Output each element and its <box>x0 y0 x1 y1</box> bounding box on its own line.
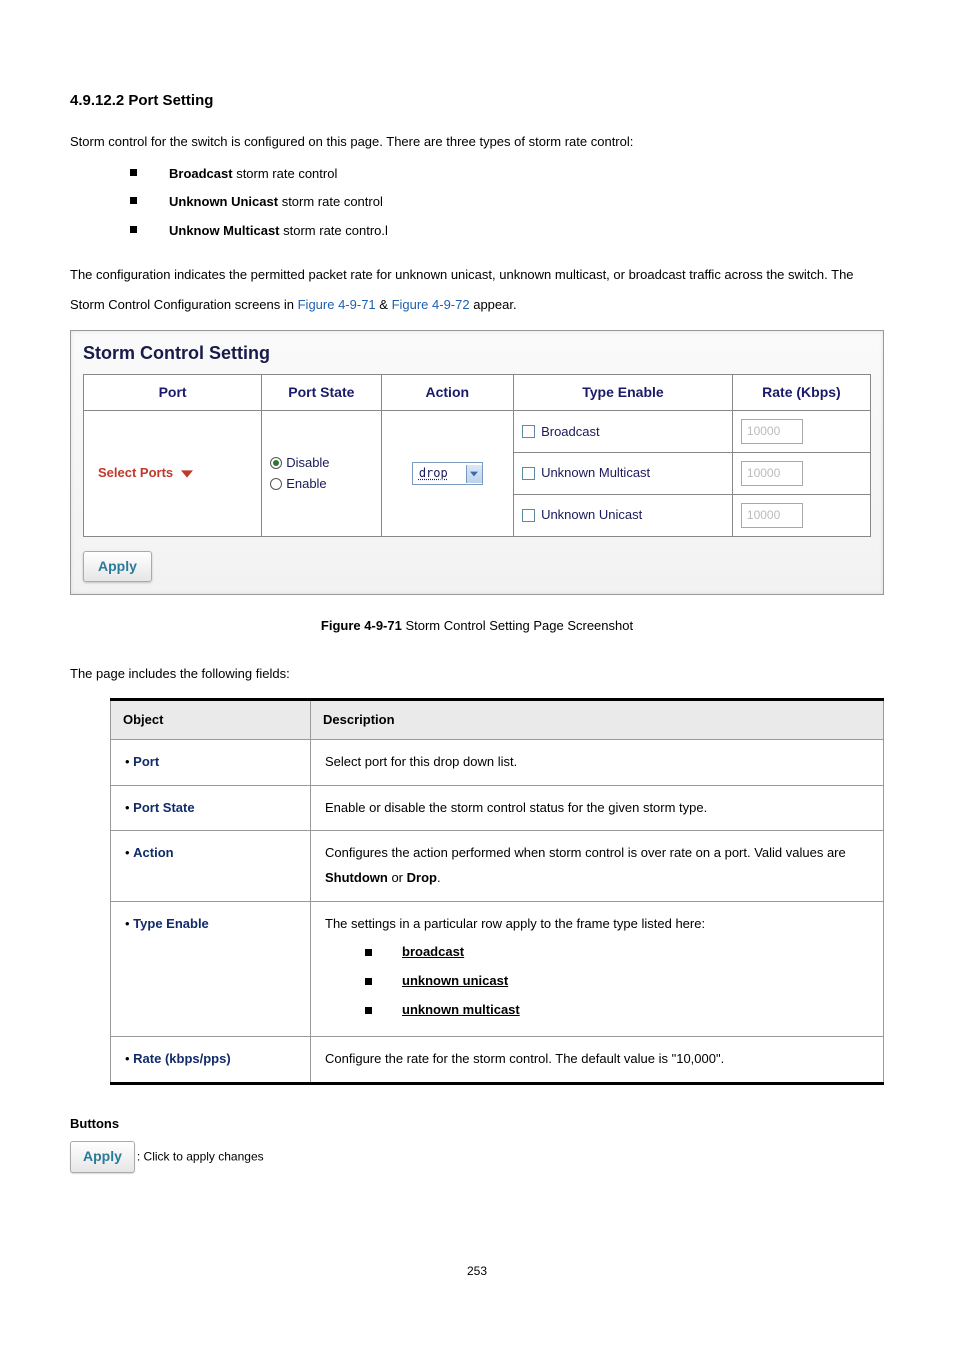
select-ports-label: Select Ports <box>98 464 173 482</box>
object-description: Configures the action performed when sto… <box>311 831 884 901</box>
config-paragraph: The configuration indicates the permitte… <box>70 260 884 320</box>
radio-icon <box>270 457 282 469</box>
radio-enable[interactable]: Enable <box>270 475 372 493</box>
object-description: Enable or disable the storm control stat… <box>311 785 884 831</box>
col-rate: Rate (Kbps) <box>732 374 870 411</box>
col-action: Action <box>381 374 514 411</box>
buttons-heading: Buttons <box>70 1115 884 1133</box>
square-bullet-icon <box>365 1007 372 1014</box>
list-item-text: Broadcast storm rate control <box>169 165 337 183</box>
col-type-enable: Type Enable <box>514 374 733 411</box>
section-number: 4.9.12.2 <box>70 92 124 109</box>
storm-control-screenshot: Storm Control Setting Port Port State Ac… <box>70 330 884 596</box>
radio-disable[interactable]: Disable <box>270 454 372 472</box>
square-bullet-icon <box>130 226 137 233</box>
section-heading: 4.9.12.2 Port Setting <box>70 90 884 111</box>
rate-input-broadcast[interactable]: 10000 <box>741 419 803 444</box>
table-row: • Action Configures the action performed… <box>111 831 884 901</box>
object-description: The settings in a particular row apply t… <box>311 901 884 1037</box>
col-description: Description <box>311 699 884 739</box>
list-item-text: Unknow Multicast storm rate contro.l <box>169 222 388 240</box>
table-row: • Port State Enable or disable the storm… <box>111 785 884 831</box>
figure-link[interactable]: Figure 4-9-71 <box>298 297 376 312</box>
table-row: • Rate (kbps/pps) Configure the rate for… <box>111 1037 884 1084</box>
col-port: Port <box>84 374 262 411</box>
table-row: • Type Enable The settings in a particul… <box>111 901 884 1037</box>
col-object: Object <box>111 699 311 739</box>
object-description: Select port for this drop down list. <box>311 739 884 785</box>
col-port-state: Port State <box>262 374 381 411</box>
square-bullet-icon <box>130 197 137 204</box>
apply-button[interactable]: Apply <box>83 551 152 583</box>
radio-label: Enable <box>286 475 326 493</box>
list-item: Broadcast storm rate control <box>130 165 884 183</box>
fields-intro: The page includes the following fields: <box>70 665 884 683</box>
checkbox-broadcast[interactable] <box>522 425 535 438</box>
list-item: unknown unicast <box>365 969 869 994</box>
checkbox-label: Unknown Unicast <box>541 506 642 524</box>
chevron-down-icon <box>181 469 193 479</box>
action-dropdown[interactable]: drop <box>412 462 483 485</box>
dropdown-button[interactable] <box>466 465 482 483</box>
checkbox-unknown-multicast[interactable] <box>522 467 535 480</box>
object-label: Type Enable <box>133 916 209 931</box>
object-label: Port <box>133 754 159 769</box>
chevron-down-icon <box>470 471 478 477</box>
list-item: unknown multicast <box>365 998 869 1023</box>
radio-icon <box>270 478 282 490</box>
square-bullet-icon <box>130 169 137 176</box>
intro-text: Storm control for the switch is configur… <box>70 133 884 151</box>
table-row: • Port Select port for this drop down li… <box>111 739 884 785</box>
list-item-text: Unknown Unicast storm rate control <box>169 193 383 211</box>
rate-input-unknown-multicast[interactable]: 10000 <box>741 461 803 486</box>
figure-link[interactable]: Figure 4-9-72 <box>392 297 470 312</box>
checkbox-label: Broadcast <box>541 423 600 441</box>
storm-type-list: Broadcast storm rate control Unknown Uni… <box>130 165 884 240</box>
section-title-text: Port Setting <box>128 92 213 109</box>
rate-input-unknown-unicast[interactable]: 10000 <box>741 503 803 528</box>
object-description: Configure the rate for the storm control… <box>311 1037 884 1084</box>
radio-label: Disable <box>286 454 329 472</box>
list-item: Unknown Unicast storm rate control <box>130 193 884 211</box>
select-ports-dropdown[interactable]: Select Ports <box>98 464 193 482</box>
checkbox-label: Unknown Multicast <box>541 464 650 482</box>
list-item: Unknow Multicast storm rate contro.l <box>130 222 884 240</box>
description-table: Object Description • Port Select port fo… <box>110 698 884 1085</box>
action-value: drop <box>413 463 466 484</box>
panel-title: Storm Control Setting <box>83 341 871 366</box>
storm-settings-table: Port Port State Action Type Enable Rate … <box>83 374 871 537</box>
apply-button[interactable]: Apply <box>70 1141 135 1173</box>
page-number: 253 <box>70 1263 884 1280</box>
checkbox-unknown-unicast[interactable] <box>522 509 535 522</box>
object-label: Port State <box>133 800 194 815</box>
square-bullet-icon <box>365 949 372 956</box>
buttons-row: Apply: Click to apply changes <box>70 1141 884 1173</box>
list-item: broadcast <box>365 940 869 965</box>
figure-caption: Figure 4-9-71 Storm Control Setting Page… <box>70 617 884 635</box>
object-label: Action <box>133 845 173 860</box>
square-bullet-icon <box>365 978 372 985</box>
apply-description: : Click to apply changes <box>137 1150 264 1164</box>
object-label: Rate (kbps/pps) <box>133 1051 231 1066</box>
